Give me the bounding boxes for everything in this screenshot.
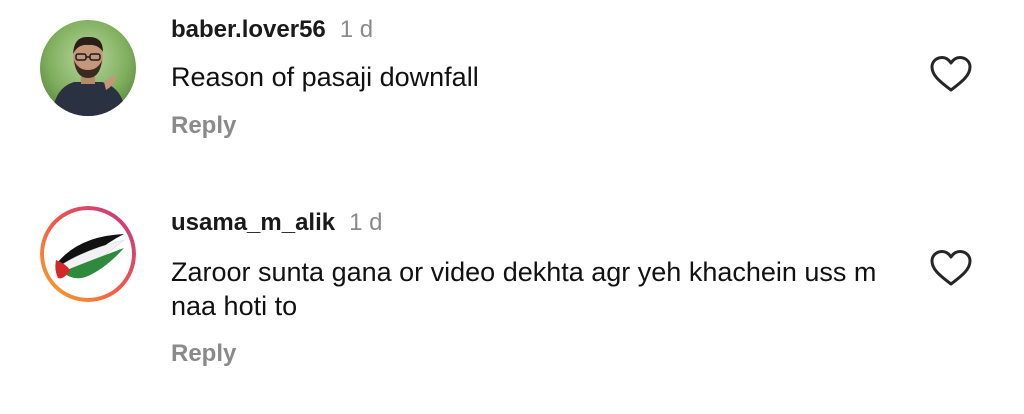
comment-text: Reason of pasaji downfall xyxy=(171,62,479,92)
reply-button[interactable]: Reply xyxy=(171,339,236,369)
username[interactable]: usama_m_alik xyxy=(171,209,335,236)
username[interactable]: baber.lover56 xyxy=(171,16,326,43)
reply-button[interactable]: Reply xyxy=(171,111,236,141)
heart-outline-icon xyxy=(930,250,972,286)
comment-item: baber.lover56 1 d Reason of pasaji downfa… xyxy=(0,0,1024,180)
comment-item: usama_m_alik 1 d Zaroor sunta gana or vid… xyxy=(0,180,1024,414)
like-button[interactable] xyxy=(929,54,973,94)
comment-text: Zaroor sunta gana or video dekhta agr ye… xyxy=(171,257,877,321)
timestamp: 1 d xyxy=(349,209,383,236)
avatar[interactable] xyxy=(40,20,136,116)
comment-meta: usama_m_alik 1 d xyxy=(171,208,382,238)
palestine-flag-brush-icon xyxy=(40,206,136,302)
comment-meta: baber.lover56 1 d xyxy=(171,15,373,45)
heart-outline-icon xyxy=(930,56,972,92)
profile-photo-icon xyxy=(40,20,136,116)
timestamp: 1 d xyxy=(339,16,374,43)
like-button[interactable] xyxy=(929,248,973,288)
avatar[interactable] xyxy=(40,206,136,302)
